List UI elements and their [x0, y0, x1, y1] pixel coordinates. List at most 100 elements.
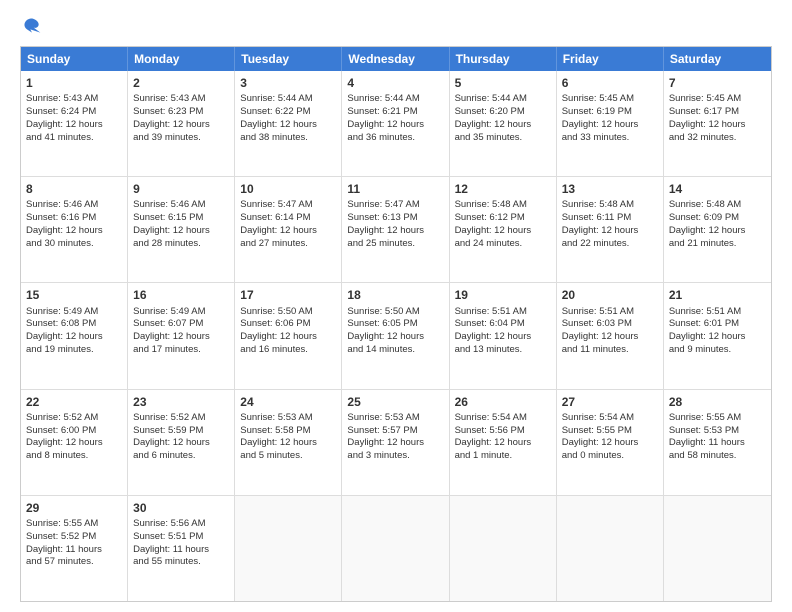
calendar-header: SundayMondayTuesdayWednesdayThursdayFrid… — [21, 47, 771, 71]
day-info-line: Daylight: 12 hours — [669, 119, 766, 132]
day-info-line: Sunrise: 5:47 AM — [240, 199, 336, 212]
day-info-line: Daylight: 12 hours — [562, 119, 658, 132]
calendar-cell-r3-c1: 23Sunrise: 5:52 AMSunset: 5:59 PMDayligh… — [128, 390, 235, 495]
day-info-line: Daylight: 12 hours — [133, 225, 229, 238]
day-number: 16 — [133, 287, 229, 303]
day-info-line: Sunset: 5:55 PM — [562, 425, 658, 438]
day-info-line: Daylight: 12 hours — [26, 119, 122, 132]
calendar-cell-r4-c4 — [450, 496, 557, 601]
day-info-line: Sunrise: 5:54 AM — [455, 412, 551, 425]
calendar-cell-r1-c1: 9Sunrise: 5:46 AMSunset: 6:15 PMDaylight… — [128, 177, 235, 282]
day-info-line: Daylight: 12 hours — [240, 331, 336, 344]
day-info-line: and 58 minutes. — [669, 450, 766, 463]
day-info-line: Daylight: 12 hours — [26, 225, 122, 238]
calendar-cell-r2-c6: 21Sunrise: 5:51 AMSunset: 6:01 PMDayligh… — [664, 283, 771, 388]
day-info-line: and 36 minutes. — [347, 132, 443, 145]
day-info-line: and 25 minutes. — [347, 238, 443, 251]
day-number: 18 — [347, 287, 443, 303]
day-info-line: Daylight: 12 hours — [455, 119, 551, 132]
calendar-cell-r3-c2: 24Sunrise: 5:53 AMSunset: 5:58 PMDayligh… — [235, 390, 342, 495]
calendar-cell-r0-c3: 4 Sunrise: 5:44 AMSunset: 6:21 PMDaylight… — [342, 71, 449, 176]
day-info-line: Sunrise: 5:51 AM — [669, 306, 766, 319]
day-info-line: Sunset: 6:03 PM — [562, 318, 658, 331]
day-info-line: Daylight: 12 hours — [455, 331, 551, 344]
day-info-line: Sunset: 6:09 PM — [669, 212, 766, 225]
day-info-line: Daylight: 12 hours — [562, 225, 658, 238]
day-info-line: Daylight: 12 hours — [562, 437, 658, 450]
day-number: 9 — [133, 181, 229, 197]
day-info-line: and 0 minutes. — [562, 450, 658, 463]
day-info-line: and 22 minutes. — [562, 238, 658, 251]
day-info-line: and 9 minutes. — [669, 344, 766, 357]
day-info-line: Daylight: 12 hours — [347, 437, 443, 450]
day-info-line: Sunrise: 5:56 AM — [133, 518, 229, 531]
calendar-cell-r1-c6: 14Sunrise: 5:48 AMSunset: 6:09 PMDayligh… — [664, 177, 771, 282]
day-info-line: Daylight: 12 hours — [347, 119, 443, 132]
day-info-line: Daylight: 12 hours — [133, 119, 229, 132]
day-info-line: and 55 minutes. — [133, 556, 229, 569]
day-info-line: Sunset: 6:17 PM — [669, 106, 766, 119]
calendar-cell-r3-c5: 27Sunrise: 5:54 AMSunset: 5:55 PMDayligh… — [557, 390, 664, 495]
day-info-line: Daylight: 12 hours — [347, 225, 443, 238]
calendar-cell-r3-c4: 26Sunrise: 5:54 AMSunset: 5:56 PMDayligh… — [450, 390, 557, 495]
day-info-line: and 57 minutes. — [26, 556, 122, 569]
day-info-line: and 41 minutes. — [26, 132, 122, 145]
day-number: 29 — [26, 500, 122, 516]
calendar-cell-r0-c1: 2Sunrise: 5:43 AMSunset: 6:23 PMDaylight… — [128, 71, 235, 176]
day-number: 3 — [240, 75, 336, 91]
calendar-cell-r0-c5: 6Sunrise: 5:45 AMSunset: 6:19 PMDaylight… — [557, 71, 664, 176]
calendar-cell-r3-c3: 25Sunrise: 5:53 AMSunset: 5:57 PMDayligh… — [342, 390, 449, 495]
day-info-line: and 14 minutes. — [347, 344, 443, 357]
day-number: 24 — [240, 394, 336, 410]
day-info-line: and 39 minutes. — [133, 132, 229, 145]
header — [20, 16, 772, 36]
day-info-line: Sunset: 6:22 PM — [240, 106, 336, 119]
day-info-line: Daylight: 11 hours — [669, 437, 766, 450]
day-info-line: and 5 minutes. — [240, 450, 336, 463]
day-info-line: Daylight: 12 hours — [26, 331, 122, 344]
day-info-line: Daylight: 11 hours — [26, 544, 122, 557]
calendar-row-2: 15Sunrise: 5:49 AMSunset: 6:08 PMDayligh… — [21, 282, 771, 388]
day-info-line: and 27 minutes. — [240, 238, 336, 251]
day-info-line: Sunrise: 5:43 AM — [26, 93, 122, 106]
day-number: 2 — [133, 75, 229, 91]
logo-bird-icon — [22, 16, 42, 36]
day-info-line: Daylight: 12 hours — [133, 437, 229, 450]
header-day-thursday: Thursday — [450, 47, 557, 71]
day-info-line: Sunrise: 5:45 AM — [669, 93, 766, 106]
calendar-cell-r4-c0: 29Sunrise: 5:55 AMSunset: 5:52 PMDayligh… — [21, 496, 128, 601]
calendar-row-3: 22Sunrise: 5:52 AMSunset: 6:00 PMDayligh… — [21, 389, 771, 495]
day-info-line: Sunset: 5:53 PM — [669, 425, 766, 438]
day-info-line: Sunset: 6:21 PM — [347, 106, 443, 119]
header-day-tuesday: Tuesday — [235, 47, 342, 71]
day-info-line: Sunrise: 5:50 AM — [347, 306, 443, 319]
day-info-line: Sunrise: 5:48 AM — [562, 199, 658, 212]
day-number: 19 — [455, 287, 551, 303]
day-info-line: Sunrise: 5:44 AM — [455, 93, 551, 106]
calendar-cell-r4-c6 — [664, 496, 771, 601]
day-info-line: Sunrise: 5:49 AM — [133, 306, 229, 319]
calendar-cell-r0-c6: 7 Sunrise: 5:45 AMSunset: 6:17 PMDaylight… — [664, 71, 771, 176]
day-info-line: Sunrise: 5:55 AM — [669, 412, 766, 425]
day-info-line: and 13 minutes. — [455, 344, 551, 357]
day-info-line: Sunset: 6:12 PM — [455, 212, 551, 225]
day-info-line: Sunrise: 5:51 AM — [562, 306, 658, 319]
day-number: 7 — [669, 75, 766, 91]
calendar-cell-r3-c0: 22Sunrise: 5:52 AMSunset: 6:00 PMDayligh… — [21, 390, 128, 495]
day-number: 11 — [347, 181, 443, 197]
day-info-line: Sunrise: 5:54 AM — [562, 412, 658, 425]
header-day-wednesday: Wednesday — [342, 47, 449, 71]
day-info-line: and 8 minutes. — [26, 450, 122, 463]
calendar-cell-r4-c1: 30Sunrise: 5:56 AMSunset: 5:51 PMDayligh… — [128, 496, 235, 601]
day-number: 17 — [240, 287, 336, 303]
calendar-cell-r2-c3: 18Sunrise: 5:50 AMSunset: 6:05 PMDayligh… — [342, 283, 449, 388]
day-number: 4 — [347, 75, 443, 91]
calendar-row-1: 8Sunrise: 5:46 AMSunset: 6:16 PMDaylight… — [21, 176, 771, 282]
day-info-line: Sunset: 6:20 PM — [455, 106, 551, 119]
day-info-line: Sunrise: 5:44 AM — [347, 93, 443, 106]
day-info-line: Sunset: 6:11 PM — [562, 212, 658, 225]
calendar-cell-r0-c2: 3Sunrise: 5:44 AMSunset: 6:22 PMDaylight… — [235, 71, 342, 176]
day-info-line: Sunrise: 5:52 AM — [133, 412, 229, 425]
calendar-cell-r1-c5: 13Sunrise: 5:48 AMSunset: 6:11 PMDayligh… — [557, 177, 664, 282]
day-info-line: Daylight: 12 hours — [26, 437, 122, 450]
